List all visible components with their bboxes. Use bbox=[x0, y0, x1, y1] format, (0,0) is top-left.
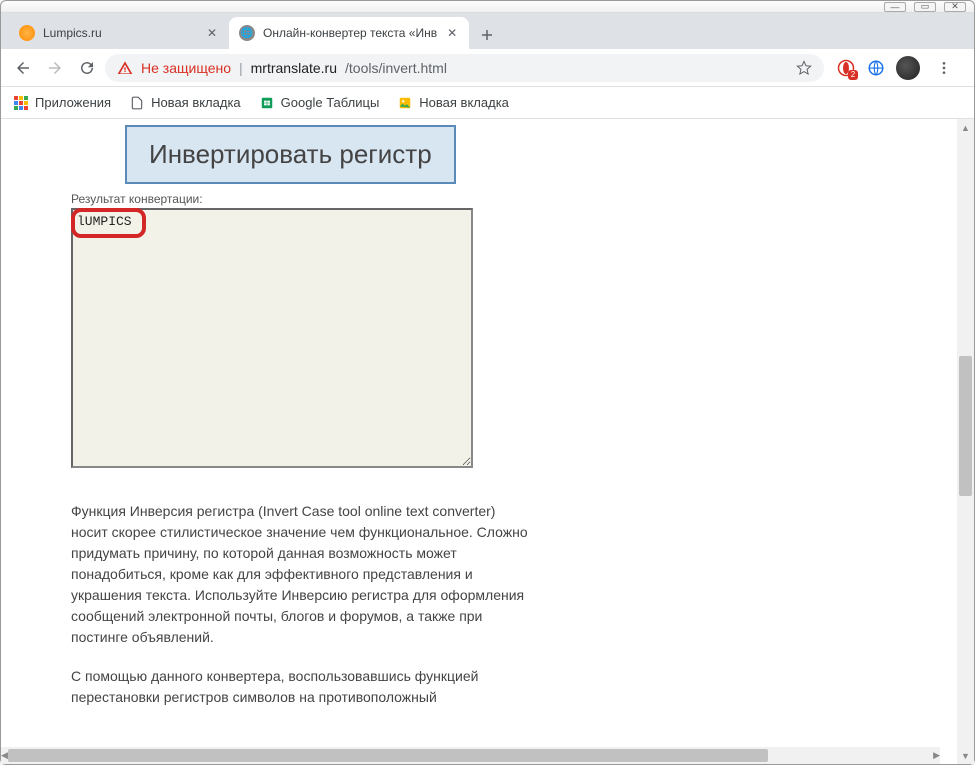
url-divider: | bbox=[239, 60, 243, 76]
bookmarks-bar: Приложения Новая вкладка Google Таблицы … bbox=[1, 87, 974, 119]
vscroll-thumb[interactable] bbox=[959, 356, 972, 496]
url-path: /tools/invert.html bbox=[345, 60, 447, 76]
window-titlebar: — ▭ ✕ bbox=[1, 1, 974, 13]
page-icon bbox=[129, 95, 145, 111]
new-tab-button[interactable] bbox=[473, 21, 501, 49]
tab-title: Онлайн-конвертер текста «Инв bbox=[263, 26, 437, 40]
close-icon[interactable]: ✕ bbox=[445, 26, 459, 40]
page-content: Инвертировать регистр Результат конверта… bbox=[1, 119, 957, 764]
tab-lumpics[interactable]: Lumpics.ru ✕ bbox=[9, 17, 229, 49]
extension-opera-icon[interactable]: 2 bbox=[836, 58, 856, 78]
window-close-button[interactable]: ✕ bbox=[944, 2, 966, 12]
menu-button[interactable] bbox=[930, 54, 958, 82]
back-button[interactable] bbox=[9, 54, 37, 82]
window-maximize-button[interactable]: ▭ bbox=[914, 2, 936, 12]
description-text: Функция Инверсия регистра (Invert Case t… bbox=[71, 501, 531, 708]
bookmark-star-icon[interactable] bbox=[796, 60, 812, 76]
scroll-right-icon[interactable]: ▶ bbox=[933, 747, 940, 764]
not-secure-label: Не защищено bbox=[141, 60, 231, 76]
description-paragraph-1: Функция Инверсия регистра (Invert Case t… bbox=[71, 501, 531, 648]
address-bar[interactable]: Не защищено | mrtranslate.ru/tools/inver… bbox=[105, 54, 824, 82]
bookmark-label: Google Таблицы bbox=[281, 95, 380, 110]
bookmark-newtab1[interactable]: Новая вкладка bbox=[129, 95, 241, 111]
bookmark-newtab2[interactable]: Новая вкладка bbox=[397, 95, 509, 111]
bookmark-sheets[interactable]: Google Таблицы bbox=[259, 95, 380, 111]
result-textarea[interactable] bbox=[71, 208, 473, 468]
window-minimize-button[interactable]: — bbox=[884, 2, 906, 12]
bookmark-label: Приложения bbox=[35, 95, 111, 110]
vertical-scrollbar[interactable]: ▲ ▼ bbox=[957, 119, 974, 764]
tab-title: Lumpics.ru bbox=[43, 26, 102, 40]
sheets-icon bbox=[259, 95, 275, 111]
scroll-left-icon[interactable]: ◀ bbox=[1, 747, 8, 764]
globe-icon: 🌐 bbox=[239, 25, 255, 41]
profile-avatar[interactable] bbox=[896, 56, 920, 80]
bookmark-label: Новая вкладка bbox=[419, 95, 509, 110]
invert-case-button[interactable]: Инвертировать регистр bbox=[125, 125, 456, 184]
picture-icon bbox=[397, 95, 413, 111]
url-host: mrtranslate.ru bbox=[251, 60, 337, 76]
horizontal-scrollbar[interactable]: ◀ ▶ bbox=[1, 747, 940, 764]
browser-toolbar: Не защищено | mrtranslate.ru/tools/inver… bbox=[1, 49, 974, 87]
hscroll-thumb[interactable] bbox=[8, 749, 768, 762]
scroll-down-icon[interactable]: ▼ bbox=[957, 747, 974, 764]
apps-grid-icon bbox=[13, 95, 29, 111]
favicon-icon bbox=[19, 25, 35, 41]
warning-icon bbox=[117, 60, 133, 76]
extension-globe-icon[interactable] bbox=[866, 58, 886, 78]
tab-invert-converter[interactable]: 🌐 Онлайн-конвертер текста «Инв ✕ bbox=[229, 17, 469, 49]
description-paragraph-2: С помощью данного конвертера, воспользов… bbox=[71, 666, 531, 708]
forward-button[interactable] bbox=[41, 54, 69, 82]
bookmark-label: Новая вкладка bbox=[151, 95, 241, 110]
close-icon[interactable]: ✕ bbox=[205, 26, 219, 40]
extension-badge: 2 bbox=[848, 70, 858, 80]
result-label: Результат конвертации: bbox=[71, 192, 531, 206]
scroll-up-icon[interactable]: ▲ bbox=[957, 119, 974, 136]
apps-button[interactable]: Приложения bbox=[13, 95, 111, 111]
tab-strip: Lumpics.ru ✕ 🌐 Онлайн-конвертер текста «… bbox=[1, 13, 974, 49]
reload-button[interactable] bbox=[73, 54, 101, 82]
